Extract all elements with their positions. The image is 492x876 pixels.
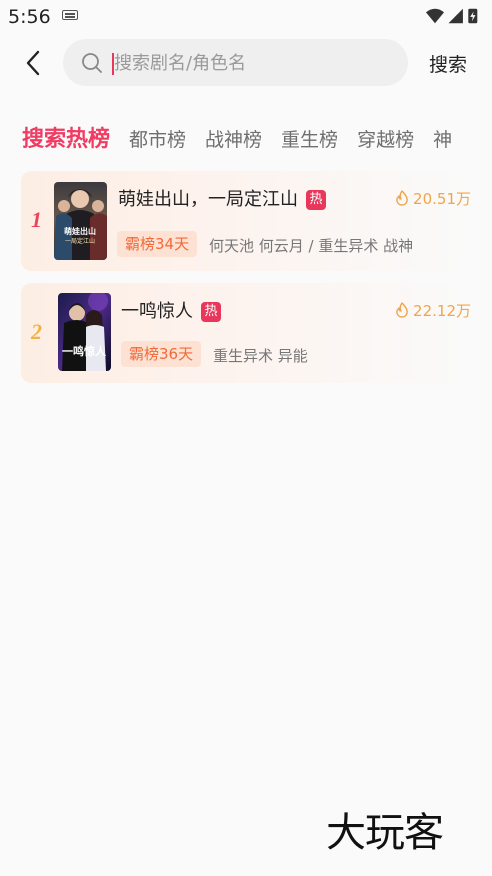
chevron-left-icon — [26, 50, 40, 76]
search-input[interactable] — [114, 47, 394, 79]
flame-icon — [396, 190, 408, 206]
category-tabs: 搜索热榜 都市榜 战神榜 重生榜 穿越榜神 — [22, 121, 492, 157]
rank-number: 2 — [31, 319, 42, 344]
tab-rebirth[interactable]: 重生榜 — [281, 125, 338, 152]
tab-search-hot[interactable]: 搜索热榜 — [22, 121, 110, 153]
tab-war-god[interactable]: 战神榜 — [205, 125, 262, 152]
back-button[interactable] — [18, 46, 48, 80]
search-icon — [82, 53, 102, 73]
search-bar: 搜索 — [0, 36, 492, 90]
svg-text:一局定江山: 一局定江山 — [65, 237, 95, 245]
rank-number: 1 — [31, 207, 42, 232]
watermark: 大玩客 — [326, 810, 444, 856]
heat-value: 22.12万 — [413, 302, 471, 320]
search-button[interactable]: 搜索 — [429, 50, 467, 77]
heat-count: 20.51万 — [395, 188, 471, 209]
item-title: 一鸣惊人热 — [121, 297, 221, 323]
chart-days-chip: 霸榜36天 — [121, 341, 202, 367]
ranking-item[interactable]: 1 萌娃出山 一局定江山 萌娃出山，一局定江山热 20.51万 霸榜34天 何天… — [21, 171, 471, 271]
item-meta: 何天池 何云月 / 重生异术 战神 — [209, 237, 414, 255]
flame-icon — [396, 302, 408, 318]
hot-badge: 热 — [306, 190, 326, 210]
item-title: 萌娃出山，一局定江山热 — [118, 185, 326, 211]
item-meta: 重生异术 异能 — [213, 347, 308, 365]
hot-badge: 热 — [201, 302, 221, 322]
search-box[interactable] — [63, 39, 408, 86]
svg-text:萌娃出山: 萌娃出山 — [64, 226, 96, 236]
poster-image: 一鸣惊人 — [58, 293, 111, 371]
title-text: 一鸣惊人 — [121, 301, 193, 322]
heat-count: 22.12万 — [395, 300, 471, 321]
status-bar: 5:56 — [0, 0, 492, 34]
signal-icon — [448, 8, 463, 24]
ranking-item[interactable]: 2 一鸣惊人 一鸣惊人热 22.12万 霸榜36天 重生异术 异能 — [21, 283, 471, 383]
heat-value: 20.51万 — [413, 190, 471, 208]
tab-city[interactable]: 都市榜 — [129, 125, 186, 152]
chart-days-chip: 霸榜34天 — [117, 231, 198, 257]
poster-image: 萌娃出山 一局定江山 — [54, 182, 107, 260]
title-text: 萌娃出山，一局定江山 — [118, 189, 298, 210]
tab-time-travel[interactable]: 穿越榜 — [357, 125, 414, 152]
tab-god[interactable]: 神 — [433, 125, 452, 152]
status-time: 5:56 — [8, 6, 51, 28]
wifi-icon — [426, 8, 444, 24]
status-icons — [426, 8, 478, 24]
svg-text:一鸣惊人: 一鸣惊人 — [62, 344, 107, 358]
keyboard-icon — [62, 10, 78, 20]
